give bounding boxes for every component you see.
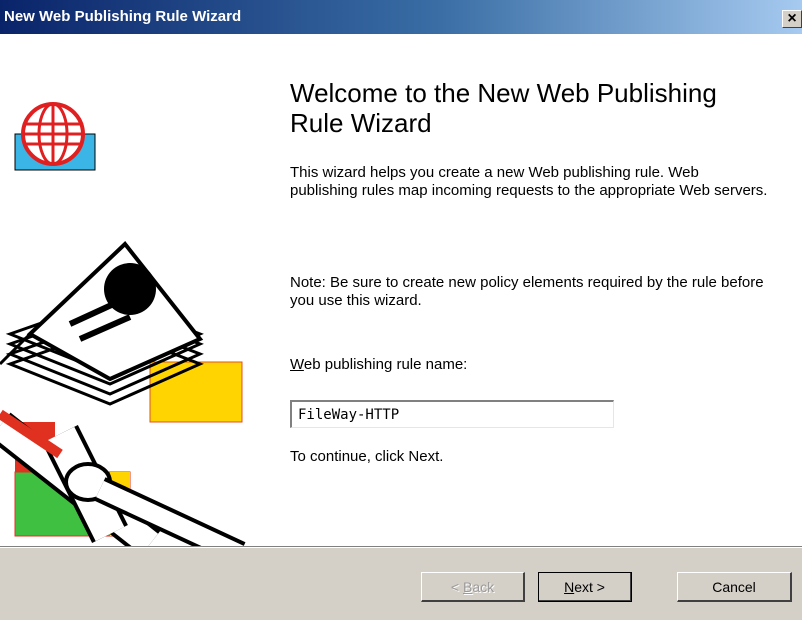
rule-name-input[interactable]	[290, 400, 614, 428]
back-button[interactable]: < Back	[421, 572, 525, 602]
title-bar: New Web Publishing Rule Wizard ×	[0, 0, 802, 34]
close-button[interactable]: ×	[782, 10, 802, 28]
rule-name-label-text: eb publishing rule name:	[303, 356, 468, 373]
page-title: Welcome to the New Web Publishing Rule W…	[290, 78, 717, 138]
next-button[interactable]: Next >	[538, 572, 632, 602]
close-icon: ×	[787, 10, 797, 27]
window-title: New Web Publishing Rule Wizard	[4, 8, 242, 25]
cancel-button[interactable]: Cancel	[677, 572, 792, 602]
wizard-window: New Web Publishing Rule Wizard × Welcome…	[0, 0, 802, 620]
wizard-illustration	[0, 34, 262, 566]
rule-name-label: Web publishing rule name:	[290, 356, 467, 373]
button-bar: < Back Next > Cancel	[0, 546, 802, 620]
wizard-description: This wizard helps you create a new Web p…	[290, 164, 768, 199]
wizard-note: Note: Be sure to create new policy eleme…	[290, 274, 764, 309]
rule-name-label-accel: W	[290, 356, 304, 373]
wizard-content: Welcome to the New Web Publishing Rule W…	[262, 34, 802, 546]
continue-instruction: To continue, click Next.	[290, 448, 444, 465]
globe-icon	[14, 102, 96, 171]
